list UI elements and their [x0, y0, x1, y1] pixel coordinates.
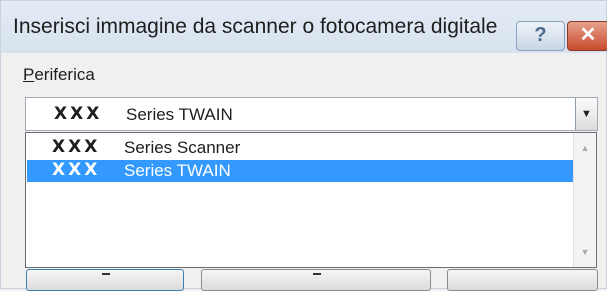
title-bar[interactable]: Inserisci immagine da scanner o fotocame…: [1, 1, 607, 53]
list-scrollbar[interactable]: ▲ ▼: [573, 133, 596, 267]
device-select[interactable]: XXX Series TWAIN ▼: [25, 97, 598, 131]
device-label: Periferica: [23, 65, 95, 85]
selected-device-name: Series TWAIN: [126, 105, 233, 124]
list-item[interactable]: XXX Series Scanner: [27, 137, 573, 159]
selected-device-brand: XXX: [54, 104, 103, 124]
dropdown-button[interactable]: ▼: [575, 98, 597, 130]
device-label-accelerator: P: [23, 65, 35, 84]
close-button[interactable]: ✕: [567, 21, 607, 51]
list-item-brand: XXX: [52, 160, 101, 180]
list-item-brand: XXX: [52, 137, 101, 157]
background-button-2[interactable]: [201, 269, 431, 291]
list-item-name: Series Scanner: [124, 138, 241, 157]
list-item-name: Series TWAIN: [124, 161, 231, 180]
chevron-down-icon: ▼: [581, 108, 592, 120]
scroll-down-arrow-icon[interactable]: ▼: [574, 243, 596, 261]
background-button-3[interactable]: [447, 269, 598, 291]
scroll-up-arrow-icon[interactable]: ▲: [574, 139, 596, 157]
device-label-text: eriferica: [34, 65, 95, 84]
help-button[interactable]: ?: [516, 21, 565, 51]
insert-image-dialog: Inserisci immagine da scanner o fotocame…: [0, 0, 607, 291]
dialog-title: Inserisci immagine da scanner o fotocame…: [13, 15, 498, 38]
device-dropdown-list[interactable]: XXX Series Scanner XXX Series TWAIN ▲ ▼: [25, 132, 597, 268]
list-item-selected[interactable]: XXX Series TWAIN: [27, 160, 573, 182]
button-accelerator-mark: [313, 273, 321, 275]
close-icon: ✕: [579, 24, 597, 46]
help-icon: ?: [534, 24, 547, 46]
background-button-1[interactable]: [26, 269, 184, 291]
button-accelerator-mark: [102, 273, 110, 275]
